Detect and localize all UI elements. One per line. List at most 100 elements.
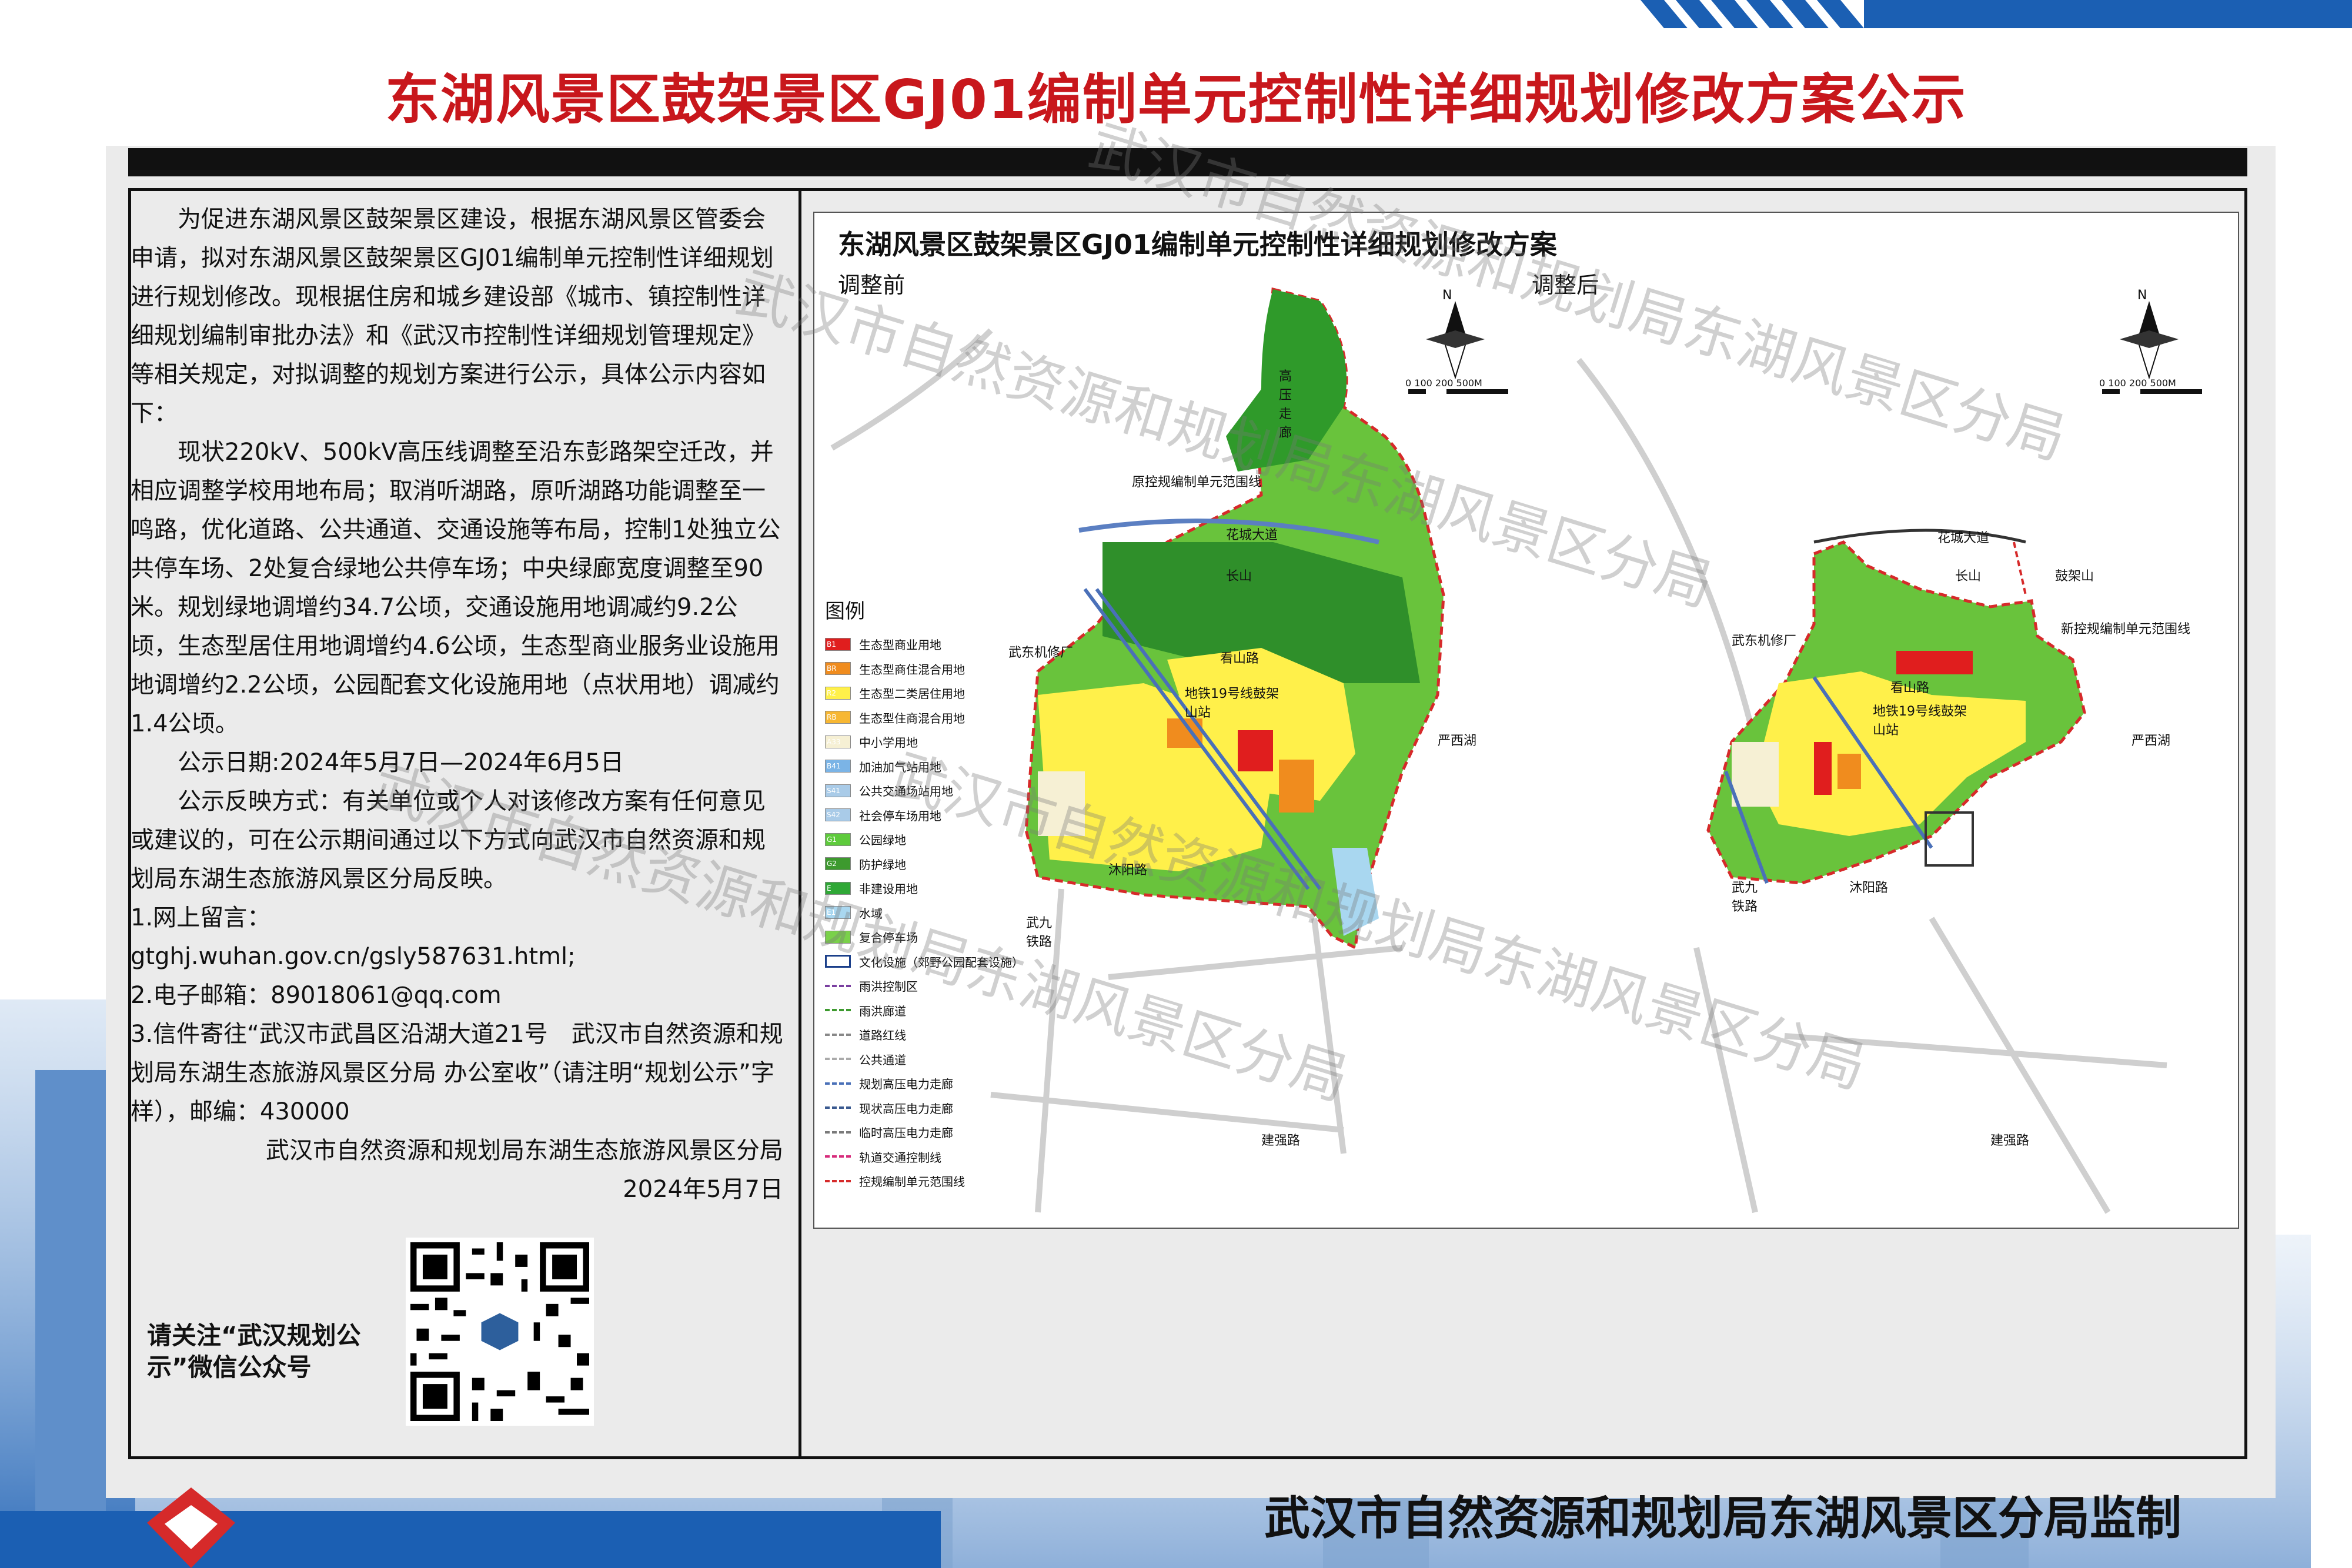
legend-swatch — [825, 955, 851, 968]
legend-item: 现状高压电力走廊 — [825, 1096, 1072, 1121]
legend-swatch — [825, 930, 851, 944]
legend-swatch: G1 — [825, 833, 851, 846]
label-road: 看山路 — [1220, 651, 1259, 666]
legend-item: E1 水域 — [825, 901, 1072, 925]
label-road: 沐阳路 — [1849, 881, 1889, 895]
legend-line-symbol — [825, 1106, 851, 1109]
legend-item: B41 加油加气站用地 — [825, 754, 1072, 779]
legend-item: 临时高压电力走廊 — [825, 1120, 1072, 1145]
legend-item: 复合停车场 — [825, 925, 1072, 950]
legend-swatch: RB — [825, 711, 851, 724]
legend-item: 控规编制单元范围线 — [825, 1169, 1072, 1193]
notice-paragraph: 公示反映方式：有关单位或个人对该修改方案有任何意见或建议的，可在公示期间通过以下… — [131, 788, 766, 892]
legend-label: 社会停车场用地 — [859, 808, 941, 823]
legend-label: 道路红线 — [859, 1028, 906, 1043]
label-lake: 严西湖 — [1438, 734, 1477, 748]
before-map — [1024, 287, 1445, 950]
label-station: 地铁19号线鼓架山站 — [1873, 704, 1967, 738]
contact-mail: 3.信件寄往“武汉市武昌区沿湖大道21号 武汉市自然资源和规划局东湖生态旅游风景… — [131, 1021, 783, 1125]
legend-label: 公共通道 — [859, 1052, 906, 1067]
legend-line-symbol — [825, 1179, 851, 1182]
legend-label: 控规编制单元范围线 — [859, 1175, 965, 1189]
label-boundary: 原控规编制单元范围线 — [1132, 475, 1262, 490]
scale-label: 0 100 200 500M — [2099, 377, 2176, 389]
label-mountain: 长山 — [1226, 569, 1252, 584]
legend-item: S41 公共交通场站用地 — [825, 778, 1072, 803]
legend-line-symbol — [825, 1131, 851, 1134]
legend-title: 图例 — [825, 600, 865, 623]
bureau-logo — [147, 1487, 235, 1568]
page-title: 东湖风景区鼓架景区GJ01编制单元控制性详细规划修改方案公示 — [385, 68, 1967, 131]
legend-item: 雨洪控制区 — [825, 974, 1072, 998]
scale-bar-before — [1408, 389, 1508, 394]
plan-map-panel: 东湖风景区鼓架景区GJ01编制单元控制性详细规划修改方案 调整前 调整后 N N… — [813, 212, 2239, 1229]
notice-paragraph: 公示日期:2024年5月7日—2024年6月5日 — [178, 749, 624, 776]
legend-label: 文化设施（郊野公园配套设施） — [859, 955, 1024, 969]
north-arrow-after — [2120, 301, 2179, 380]
qr-caption: 请关注“武汉规划公示”微信公众号 — [147, 1321, 361, 1382]
legend-line-symbol — [825, 1009, 851, 1012]
legend-item: B1 生态型商业用地 — [825, 632, 1072, 657]
legend-label: 生态型住商混合用地 — [859, 711, 965, 726]
legend-swatch: S42 — [825, 808, 851, 822]
label-station: 地铁19号线鼓架山站 — [1185, 687, 1279, 720]
legend-swatch: R2 — [825, 686, 851, 700]
legend-label: 生态型商住混合用地 — [859, 662, 965, 677]
legend-swatch: B41 — [825, 760, 851, 773]
notice-text: 为促进东湖风景区鼓架景区建设，根据东湖风景区管委会申请，拟对东湖风景区鼓架景区G… — [131, 200, 783, 1209]
label-road: 建强路 — [1261, 1134, 1301, 1148]
legend-swatch: S41 — [825, 784, 851, 797]
contact-web-label: 1.网上留言： — [131, 904, 271, 931]
legend-label: 水域 — [859, 906, 883, 921]
corner-stripe-decoration — [1641, 0, 2352, 28]
legend-label: 规划高压电力走廊 — [859, 1077, 953, 1092]
legend-line-symbol — [825, 1082, 851, 1085]
legend-label: 公园绿地 — [859, 833, 906, 848]
label-boundary: 新控规编制单元范围线 — [2061, 622, 2191, 637]
legend-label: 雨洪控制区 — [859, 979, 918, 994]
legend-item: BR 生态型商住混合用地 — [825, 657, 1072, 681]
legend-label: 轨道交通控制线 — [859, 1150, 941, 1165]
label-road: 花城大道 — [1937, 531, 1990, 546]
legend-item: 雨洪廊道 — [825, 998, 1072, 1023]
north-arrow-before — [1426, 301, 1485, 380]
legend-label: 生态型二类居住用地 — [859, 687, 965, 701]
notice-date: 2024年5月7日 — [623, 1176, 783, 1203]
label-lake: 严西湖 — [2132, 734, 2171, 748]
legend-swatch: E1 — [825, 906, 851, 920]
legend-line-symbol — [825, 1033, 851, 1036]
legend-item: G2 防护绿地 — [825, 852, 1072, 877]
legend-label: 加油加气站用地 — [859, 760, 941, 774]
legend-swatch: G2 — [825, 857, 851, 871]
legend-item: G1 公园绿地 — [825, 827, 1072, 852]
qr-code[interactable] — [406, 1238, 594, 1426]
legend-item: 轨道交通控制线 — [825, 1145, 1072, 1169]
frame-divider — [799, 189, 801, 1459]
legend-swatch: E — [825, 881, 851, 895]
footer-credit: 武汉市自然资源和规划局东湖风景区分局监制 — [1264, 1492, 2182, 1545]
label-corridor: 高压走廊 — [1279, 369, 1292, 440]
legend-label: 生态型商业用地 — [859, 638, 941, 653]
legend-item: 规划高压电力走廊 — [825, 1071, 1072, 1096]
legend-line-symbol — [825, 984, 851, 987]
label-mountain: 鼓架山 — [2055, 569, 2094, 584]
legend-item: S42 社会停车场用地 — [825, 803, 1072, 828]
legend-label: 临时高压电力走廊 — [859, 1126, 953, 1141]
legend-label: 非建设用地 — [859, 882, 918, 897]
board-top-bar — [128, 148, 2247, 176]
contact-web-url[interactable]: gtghj.wuhan.gov.cn/gsly587631.html; — [131, 937, 783, 976]
legend-label: 中小学用地 — [859, 735, 918, 750]
label-road: 看山路 — [1890, 681, 1930, 696]
legend-item: 公共通道 — [825, 1047, 1072, 1072]
north-label: N — [2137, 288, 2147, 303]
legend-line-symbol — [825, 1155, 851, 1158]
north-label: N — [1442, 288, 1452, 303]
legend-item: 道路红线 — [825, 1022, 1072, 1047]
label-railway: 武九铁路 — [1732, 881, 1758, 914]
notice-signature: 武汉市自然资源和规划局东湖生态旅游风景区分局 — [266, 1137, 783, 1164]
contact-email[interactable]: 2.电子邮箱：89018061@qq.com — [131, 976, 783, 1015]
legend-item: A33 中小学用地 — [825, 730, 1072, 754]
legend-item: RB 生态型住商混合用地 — [825, 706, 1072, 730]
label-road: 建强路 — [1990, 1134, 2030, 1148]
scale-label: 0 100 200 500M — [1405, 377, 1482, 389]
